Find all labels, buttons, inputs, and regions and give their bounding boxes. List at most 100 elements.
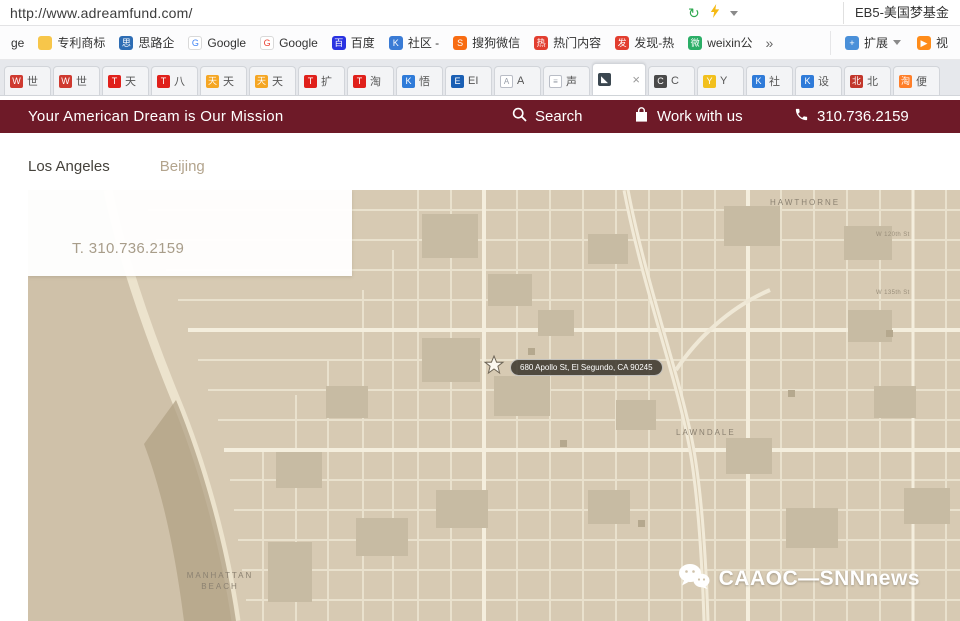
bookmark-list: ge专利商标思思路企GGoogleGGoogle百百度K社区 -S搜狗微信热热门…: [4, 31, 760, 55]
bookmark-label: 发现-热: [634, 34, 674, 51]
window-title: EB5-美国梦基金: [855, 0, 957, 26]
browser-tab-active[interactable]: ◣×: [592, 63, 646, 95]
map-marker-address: 680 Apollo St, El Segundo, CA 90245: [510, 359, 663, 376]
bookmark-item[interactable]: G Google: [253, 31, 325, 55]
city-tab-los-angeles[interactable]: Los Angeles: [28, 158, 110, 175]
url-dropdown-icon[interactable]: [730, 11, 738, 16]
map-marker[interactable]: 680 Apollo St, El Segundo, CA 90245: [483, 354, 663, 381]
tab-label: EI: [468, 75, 478, 87]
browser-tab[interactable]: T八: [151, 66, 198, 95]
tab-favicon: 天: [255, 75, 268, 88]
tab-bar: W世W世T天T八天天天天T扩T淘K悟EEIAA≡声◣×CCYYK社K设北北淘便: [0, 60, 960, 96]
tab-favicon: K: [752, 75, 765, 88]
bookmarks-overflow-icon[interactable]: »: [760, 35, 780, 51]
bookmark-item[interactable]: 百百度: [325, 31, 382, 55]
baidu-icon: 百: [332, 36, 346, 50]
browser-tab[interactable]: 淘便: [893, 66, 940, 95]
bookmark-label: weixin公: [707, 34, 752, 51]
bookmark-item[interactable]: GGoogle: [181, 31, 253, 55]
bookmark-item[interactable]: 发发现-热: [608, 31, 681, 55]
work-with-us-button[interactable]: Work with us: [634, 100, 743, 133]
browser-tab[interactable]: T淘: [347, 66, 394, 95]
browser-tab[interactable]: T扩: [298, 66, 345, 95]
bookmark-item[interactable]: 思思路企: [112, 31, 181, 55]
map-marker-star-icon: [483, 354, 505, 381]
browser-tab[interactable]: YY: [697, 66, 744, 95]
bookmark-label: 百度: [351, 34, 375, 51]
browser-tab[interactable]: W世: [53, 66, 100, 95]
search-icon: [512, 107, 527, 126]
tab-favicon: W: [10, 75, 23, 88]
browser-tab[interactable]: K设: [795, 66, 842, 95]
bookmarks-bar: ge专利商标思思路企GGoogleGGoogle百百度K社区 -S搜狗微信热热门…: [0, 26, 960, 60]
wechat-icon: 微: [688, 36, 702, 50]
browser-tab[interactable]: AA: [494, 66, 541, 95]
url-field[interactable]: http://www.adreamfund.com/: [10, 5, 193, 21]
chevron-down-icon[interactable]: [893, 40, 901, 45]
hot-content-icon: 热: [534, 36, 548, 50]
tab-close-icon[interactable]: ×: [632, 73, 640, 86]
tab-favicon: K: [402, 75, 415, 88]
bookmark-label: ge: [11, 36, 24, 50]
bookmark-item[interactable]: 热热门内容: [527, 31, 608, 55]
tab-favicon: T: [108, 75, 121, 88]
toolbar-right: +扩展 ▶视: [830, 31, 956, 55]
bookmark-item[interactable]: 微 weixin公: [681, 31, 759, 55]
map-area-label: MANHATTAN BEACH: [176, 570, 264, 592]
browser-tab[interactable]: ≡声: [543, 66, 590, 95]
watermark-text: CAAOC—SNNnews: [719, 567, 920, 591]
tab-favicon: 天: [206, 75, 219, 88]
tab-label: A: [517, 75, 524, 87]
tab-label: 扩: [321, 73, 332, 89]
tab-favicon: T: [353, 75, 366, 88]
tab-favicon: A: [500, 75, 513, 88]
bookmark-label: 专利商标: [57, 34, 105, 51]
address-bar-tools: ↻: [688, 0, 738, 26]
bookmark-label: 搜狗微信: [472, 34, 520, 51]
site-header: Your American Dream is Our Mission Searc…: [0, 100, 960, 133]
bag-icon: [634, 107, 649, 127]
bookmark-label: 热门内容: [553, 34, 601, 51]
browser-tab[interactable]: K社: [746, 66, 793, 95]
tab-label: 世: [76, 73, 87, 89]
tab-label: Y: [720, 75, 727, 87]
browser-tab[interactable]: 天天: [249, 66, 296, 95]
refresh-icon[interactable]: ↻: [688, 6, 700, 20]
bookmark-label: Google: [207, 36, 246, 50]
bookmark-item[interactable]: K社区 -: [382, 31, 446, 55]
map-area-label: HAWTHORNE: [770, 198, 840, 207]
browser-tab[interactable]: CC: [648, 66, 695, 95]
extensions-icon: +: [845, 36, 859, 50]
tab-label: C: [671, 75, 679, 87]
tab-favicon: ◣: [598, 73, 611, 86]
watermark: CAAOC—SNNnews: [678, 563, 920, 595]
header-phone-number: 310.736.2159: [817, 108, 909, 125]
bookmark-item[interactable]: ge: [4, 31, 31, 55]
office-map[interactable]: HAWTHORNE LAWNDALE MANHATTAN BEACH W 120…: [28, 190, 960, 621]
browser-tab[interactable]: T天: [102, 66, 149, 95]
header-phone[interactable]: 310.736.2159: [794, 100, 909, 133]
browser-tab[interactable]: W世: [4, 66, 51, 95]
browser-tab[interactable]: K悟: [396, 66, 443, 95]
search-button[interactable]: Search: [512, 100, 583, 133]
browser-tab[interactable]: EEI: [445, 66, 492, 95]
tab-favicon: 北: [850, 75, 863, 88]
wechat-watermark-icon: [678, 563, 710, 595]
bookmark-item[interactable]: S 搜狗微信: [446, 31, 527, 55]
toolbar-item[interactable]: ▶视: [915, 31, 950, 55]
bookmark-item[interactable]: 专利商标: [31, 31, 112, 55]
discover-icon: 发: [615, 36, 629, 50]
google-icon: G: [260, 36, 274, 50]
city-tabs: Los Angeles Beijing: [28, 158, 205, 175]
browser-tab[interactable]: 天天: [200, 66, 247, 95]
lightning-icon[interactable]: [710, 4, 720, 23]
sogou-wechat-icon: S: [453, 36, 467, 50]
toolbar-item[interactable]: +扩展: [843, 31, 903, 55]
site-tagline: Your American Dream is Our Mission: [28, 100, 284, 133]
bookmark-label: Google: [279, 36, 318, 50]
address-bar: http://www.adreamfund.com/ ↻ EB5-美国梦基金: [0, 0, 960, 26]
browser-tab[interactable]: 北北: [844, 66, 891, 95]
city-tab-beijing[interactable]: Beijing: [160, 158, 205, 175]
tab-label: 世: [27, 73, 38, 89]
divider: [843, 2, 844, 24]
